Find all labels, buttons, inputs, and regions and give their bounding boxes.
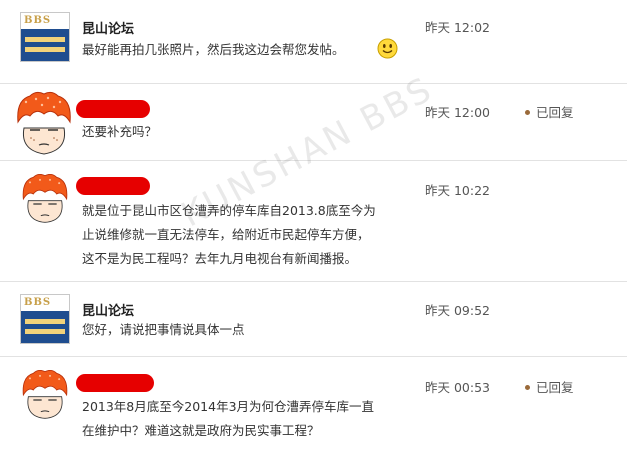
message-text: 就是位于昆山市区仓漕弄的停车库自2013.8底至今为 止说维修就一直无法停车，给… bbox=[82, 203, 376, 266]
message-time: 昨天 10:22 bbox=[425, 183, 490, 198]
message-time: 昨天 09:52 bbox=[425, 303, 490, 318]
status-dot-icon bbox=[525, 385, 530, 390]
message-text: 您好，请说把事情说具体一点 bbox=[82, 322, 245, 337]
cartoon-avatar[interactable] bbox=[20, 174, 70, 224]
cartoon-avatar[interactable] bbox=[20, 370, 70, 420]
replied-status: 已回复 bbox=[525, 102, 574, 121]
message-list: BBS 昆山论坛 昨天 12:02 最好能再拍几张照片，然后我这边会帮您发帖。 bbox=[0, 0, 627, 458]
smiley-icon bbox=[377, 38, 398, 59]
sender-name[interactable]: 昆山论坛 bbox=[82, 18, 134, 37]
redacted-sender-name bbox=[76, 177, 150, 195]
message-text: 最好能再拍几张照片，然后我这边会帮您发帖。 bbox=[82, 42, 345, 57]
replied-status: 已回复 bbox=[525, 377, 574, 396]
status-dot-icon bbox=[525, 110, 530, 115]
message-item[interactable]: 昨天 00:53 已回复 2013年8月底至今2014年3月为何仓漕弄停车库一直… bbox=[0, 357, 627, 458]
message-item[interactable]: 昨天 12:00 已回复 还要补充吗？ bbox=[0, 84, 627, 161]
message-text: 2013年8月底至今2014年3月为何仓漕弄停车库一直 在维护中？难道这就是政府… bbox=[82, 399, 375, 438]
message-item[interactable]: 昨天 10:22 就是位于昆山市区仓漕弄的停车库自2013.8底至今为 止说维修… bbox=[0, 161, 627, 282]
message-time: 昨天 00:53 bbox=[425, 380, 490, 395]
redacted-sender-name bbox=[76, 374, 154, 392]
message-time: 昨天 12:02 bbox=[425, 20, 490, 35]
logo-mark: BBS bbox=[24, 15, 52, 26]
logo-mark: BBS bbox=[24, 297, 52, 308]
message-time: 昨天 12:00 bbox=[425, 105, 490, 120]
message-text: 还要补充吗？ bbox=[82, 124, 158, 139]
message-item[interactable]: BBS 昆山论坛 昨天 09:52 您好，请说把事情说具体一点 bbox=[0, 282, 627, 357]
sender-name[interactable]: 昆山论坛 bbox=[82, 300, 134, 319]
message-item[interactable]: BBS 昆山论坛 昨天 12:02 最好能再拍几张照片，然后我这边会帮您发帖。 bbox=[0, 0, 627, 84]
redacted-sender-name bbox=[76, 100, 150, 118]
kunshan-forum-logo-avatar[interactable]: BBS bbox=[20, 294, 70, 344]
cartoon-avatar[interactable] bbox=[14, 90, 74, 156]
kunshan-forum-logo-avatar[interactable]: BBS bbox=[20, 12, 70, 62]
